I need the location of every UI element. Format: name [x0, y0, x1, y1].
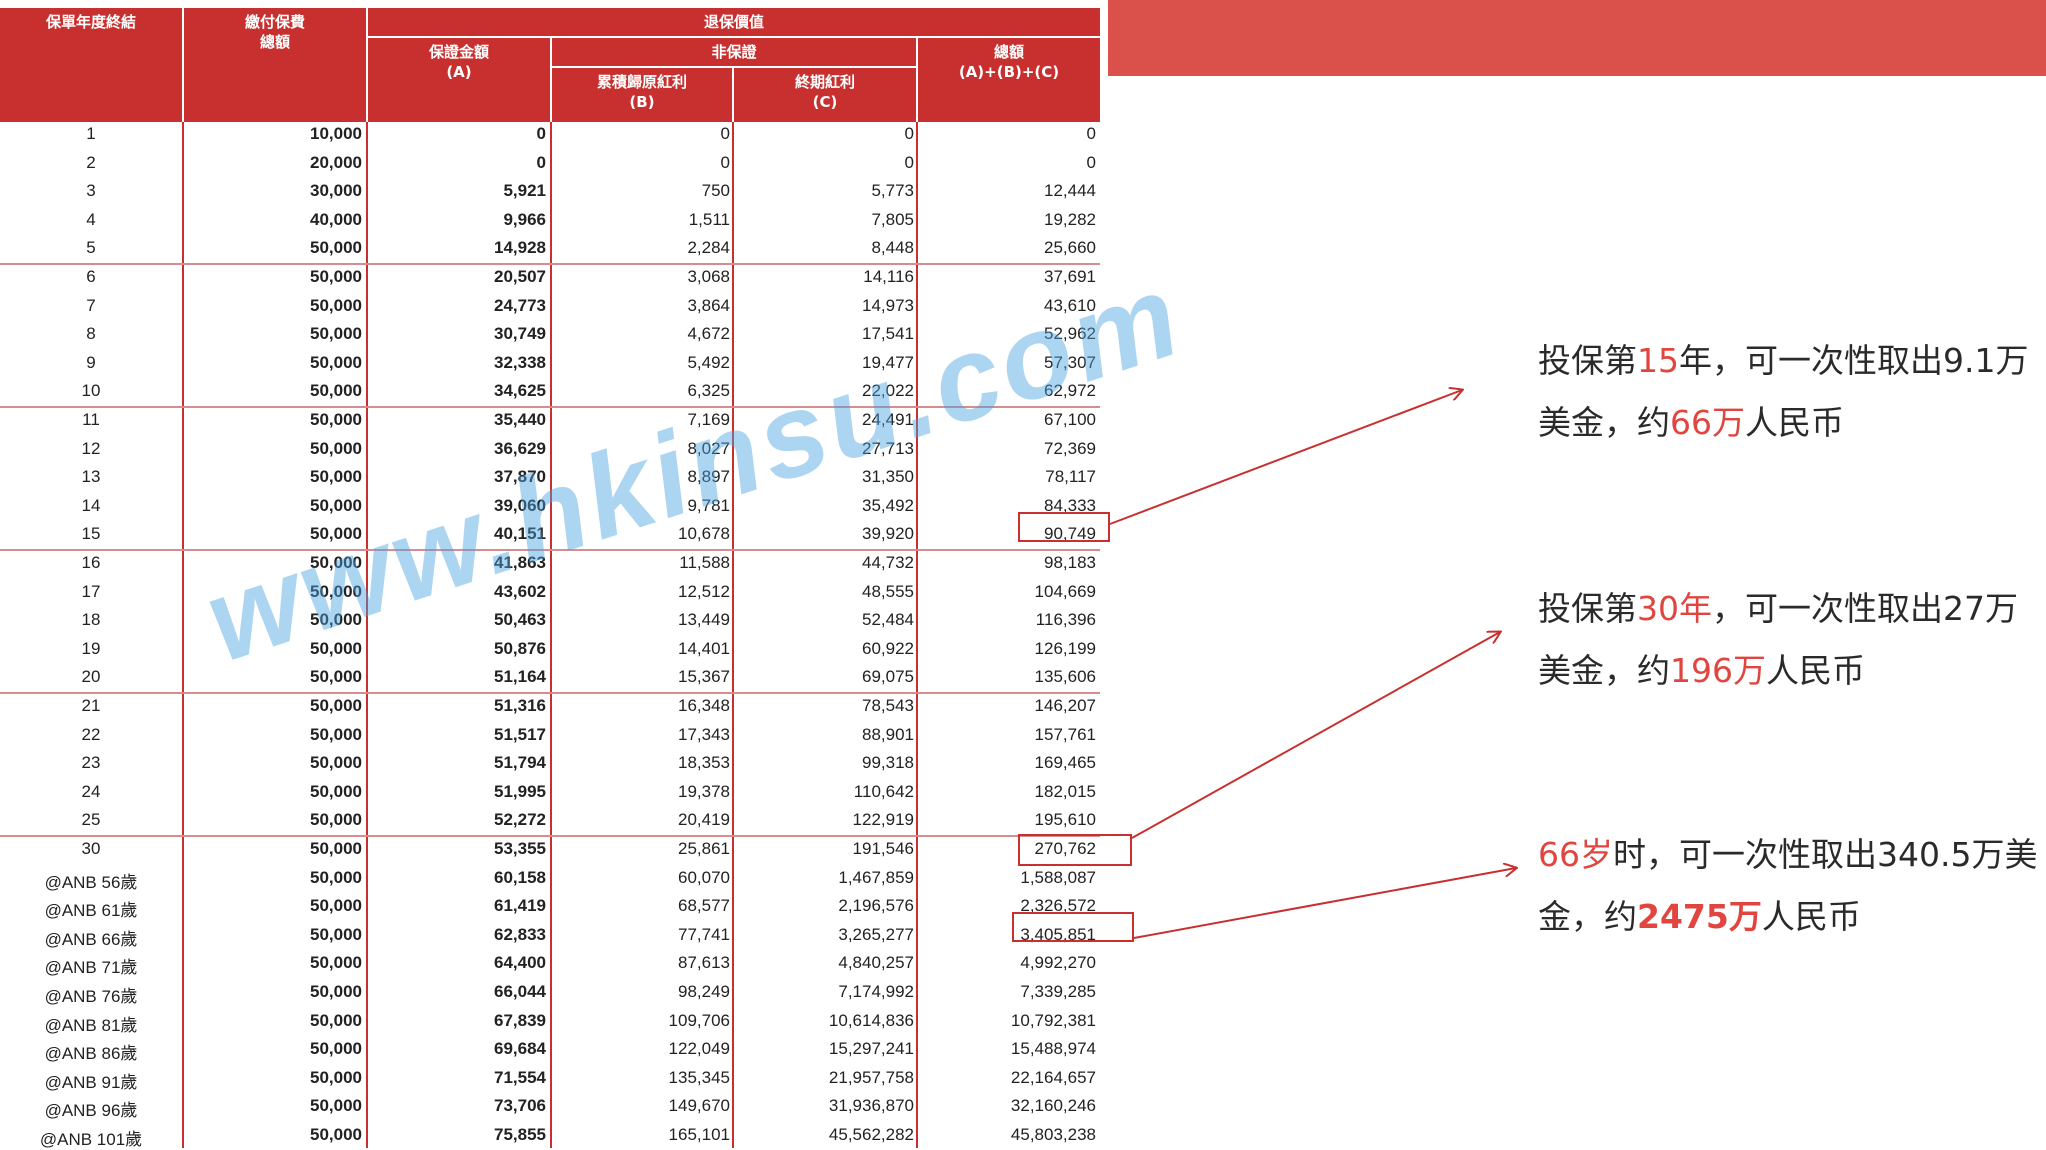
- note-text: 15: [1637, 341, 1679, 380]
- note-text: 投保第: [1538, 341, 1637, 380]
- note-text: 2475万: [1637, 897, 1762, 936]
- note-year-15: 投保第15年，可一次性取出9.1万美金，约66万人民币: [1538, 330, 2038, 454]
- arrow-age-66: [1133, 868, 1516, 939]
- note-text: 66岁: [1538, 835, 1613, 874]
- annotation-arrows: [1109, 0, 2046, 939]
- note-year-30: 投保第30年，可一次性取出27万美金，约196万人民币: [1538, 578, 2038, 702]
- note-text: 人民币: [1766, 651, 1865, 690]
- note-text: 人民币: [1745, 403, 1844, 442]
- note-text: 30年: [1637, 589, 1712, 628]
- note-text: 人民币: [1761, 897, 1861, 936]
- note-text: 投保第: [1538, 589, 1637, 628]
- note-text: 66万: [1670, 403, 1745, 442]
- note-age-66: 66岁时，可一次性取出340.5万美金，约2475万人民币: [1538, 824, 2038, 948]
- arrow-year-15: [1109, 390, 1462, 525]
- note-text: 196万: [1670, 651, 1766, 690]
- arrow-year-30: [1131, 632, 1500, 839]
